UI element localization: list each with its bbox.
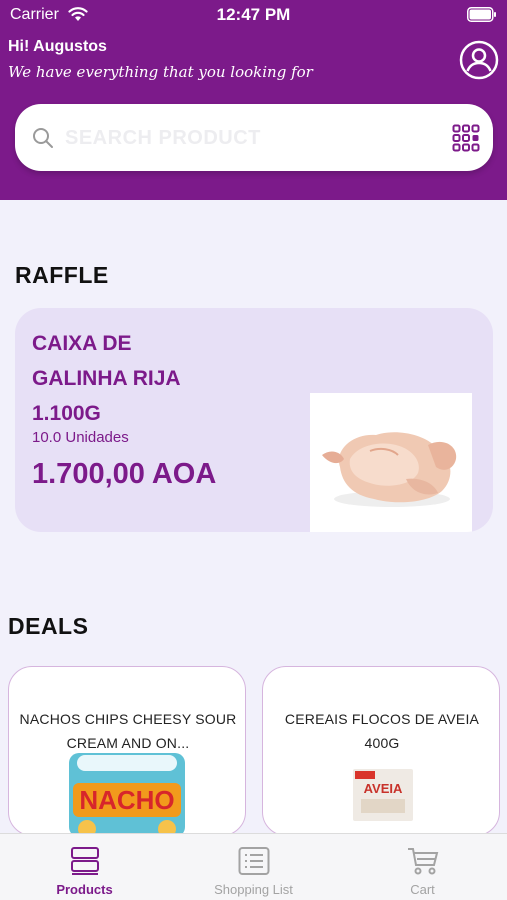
categories-grid-icon[interactable] bbox=[452, 124, 480, 152]
deals-section-title: DEALS bbox=[8, 613, 89, 639]
greeting-text: Hi! Augustos bbox=[8, 38, 107, 55]
profile-icon[interactable] bbox=[459, 40, 499, 80]
deal-product-image: NACHO bbox=[67, 753, 187, 835]
status-time: 12:47 PM bbox=[216, 5, 291, 24]
raffle-units: 10.0 Unidades bbox=[32, 429, 129, 446]
battery-icon bbox=[467, 7, 496, 22]
tab-cart[interactable]: Cart bbox=[338, 834, 507, 900]
search-icon bbox=[33, 128, 53, 148]
raffle-product-name: CAIXA DE GALINHA RIJA 1.100G bbox=[32, 332, 180, 425]
deal-product-name: CEREAIS FLOCOS DE AVEIA 400G bbox=[284, 711, 480, 751]
tagline-text: We have everything that you looking for bbox=[8, 63, 313, 81]
search-input[interactable] bbox=[65, 124, 425, 152]
deal-product-image: AVEIA bbox=[351, 765, 415, 825]
products-icon bbox=[71, 847, 99, 875]
tab-label: Shopping List bbox=[214, 882, 293, 897]
deal-card[interactable]: NACHOS CHIPS CHEESY SOUR CREAM AND ON...… bbox=[8, 666, 246, 836]
nacho-package-text: NACHO bbox=[79, 785, 174, 815]
search-bar bbox=[15, 104, 493, 171]
tab-bar: Products Shopping List Cart bbox=[0, 833, 507, 900]
raffle-card[interactable]: CAIXA DE GALINHA RIJA 1.100G 10.0 Unidad… bbox=[15, 308, 493, 532]
raffle-price: 1.700,00 AOA bbox=[32, 458, 217, 490]
raffle-product-image bbox=[310, 393, 472, 532]
aveia-package-text: AVEIA bbox=[364, 781, 403, 796]
tab-label: Cart bbox=[410, 882, 435, 897]
raffle-section-title: RAFFLE bbox=[15, 262, 109, 288]
deal-card[interactable]: CEREAIS FLOCOS DE AVEIA 400G AVEIA bbox=[262, 666, 500, 836]
deal-product-name: NACHOS CHIPS CHEESY SOUR CREAM AND ON... bbox=[19, 711, 237, 751]
chicken-image bbox=[322, 432, 457, 507]
app-header: Carrier 12:47 PM Hi! Augustos We have ev… bbox=[0, 0, 507, 200]
tab-products[interactable]: Products bbox=[0, 834, 169, 900]
cart-icon bbox=[408, 848, 439, 875]
tab-shopping-list[interactable]: Shopping List bbox=[169, 834, 338, 900]
shopping-list-icon bbox=[238, 847, 270, 875]
status-bar: Carrier 12:47 PM bbox=[0, 0, 507, 30]
tab-label: Products bbox=[56, 882, 113, 897]
